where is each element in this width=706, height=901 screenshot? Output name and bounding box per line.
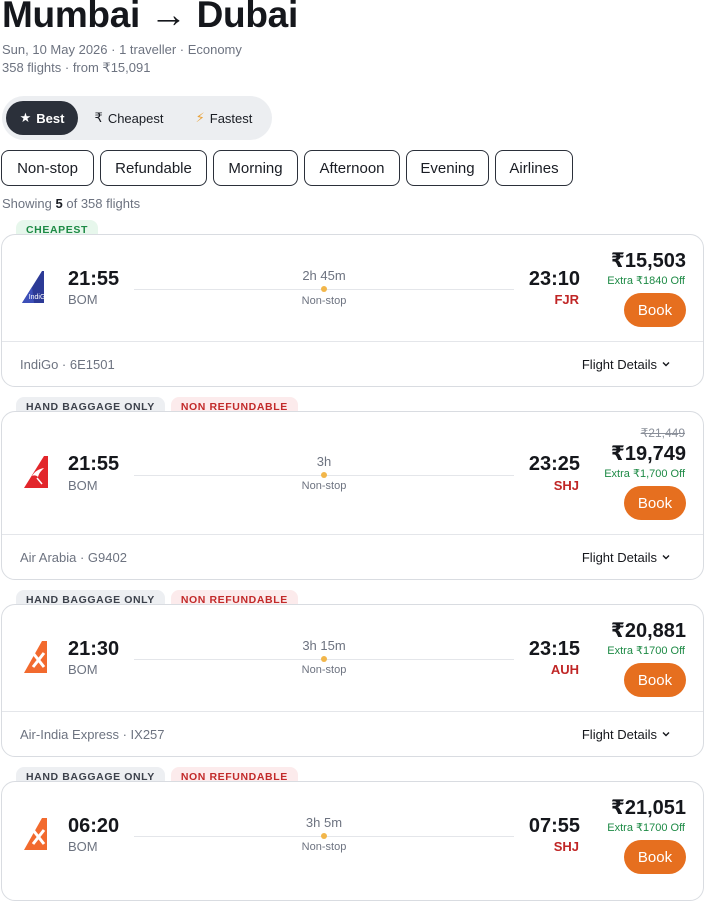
lightning-icon: ⚡ <box>195 110 205 125</box>
departure-airport: BOM <box>68 662 98 677</box>
card-divider <box>2 534 703 535</box>
card-divider <box>2 341 703 342</box>
price: ₹20,881 <box>610 620 686 642</box>
departure-time: 21:30 <box>68 638 120 660</box>
price: ₹21,051 <box>610 797 686 819</box>
svg-text:IndiGo: IndiGo <box>29 294 50 301</box>
arrival-airport: FJR <box>554 292 579 307</box>
results-count: Showing 5 of 358 flights <box>2 196 141 211</box>
route-dot <box>321 833 327 839</box>
flight-duration: 2h 45m <box>302 268 346 283</box>
filter-chip-evening[interactable]: Evening <box>406 150 489 186</box>
departure-time: 21:55 <box>68 453 120 475</box>
air-arabia-logo-icon <box>24 456 48 488</box>
filter-chip-non-stop[interactable]: Non-stop <box>1 150 94 186</box>
stops-label: Non-stop <box>301 841 347 853</box>
arrival-airport: SHJ <box>553 478 579 493</box>
airline-info: IndiGo · 6E1501 <box>20 357 115 372</box>
chevron-down-icon <box>661 357 671 372</box>
flight-duration: 3h 15m <box>302 638 346 653</box>
arrival-time: 23:25 <box>528 453 580 475</box>
offer-text: Extra ₹1,700 Off <box>604 468 685 480</box>
air-india-express-logo-icon <box>24 818 47 850</box>
trip-subtitle: Sun, 10 May 2026 · 1 traveller · Economy <box>2 42 242 57</box>
tab-label: Fastest <box>209 110 253 126</box>
offer-text: Extra ₹1700 Off <box>607 822 685 834</box>
filter-chip-airlines[interactable]: Airlines <box>495 150 573 186</box>
original-price: ₹21,449 <box>640 426 685 440</box>
book-button[interactable]: Book <box>624 663 686 697</box>
stops-label: Non-stop <box>301 480 347 492</box>
arrival-airport: AUH <box>550 662 579 677</box>
flight-details-link[interactable]: Flight Details <box>582 550 671 565</box>
flights-summary: 358 flights · from ₹15,091 <box>2 60 151 75</box>
rupee-icon: ₹ <box>94 110 103 125</box>
departure-airport: BOM <box>68 478 98 493</box>
tab-fastest[interactable]: ⚡ Fastest <box>182 101 266 135</box>
departure-airport: BOM <box>68 292 98 307</box>
tab-best[interactable]: ★ Best <box>6 101 78 135</box>
flight-details-link[interactable]: Flight Details <box>582 357 671 372</box>
arrival-airport: SHJ <box>553 839 579 854</box>
offer-text: Extra ₹1840 Off <box>607 275 685 287</box>
arrival-time: 23:15 <box>528 638 580 660</box>
airline-info: Air Arabia · G9402 <box>20 550 127 565</box>
sort-tabs: ★ Best ₹ Cheapest ⚡ Fastest <box>2 96 272 140</box>
stops-label: Non-stop <box>301 664 347 676</box>
price: ₹15,503 <box>610 250 686 272</box>
tab-label: Cheapest <box>107 110 164 126</box>
departure-time: 06:20 <box>68 815 120 837</box>
route-dot <box>321 472 327 478</box>
card-divider <box>2 711 703 712</box>
star-icon: ★ <box>19 110 32 125</box>
flight-card[interactable]: 21:30 BOM 3h 15m Non-stop 23:15 AUH ₹20,… <box>1 604 704 757</box>
price: ₹19,749 <box>610 443 686 465</box>
stops-label: Non-stop <box>301 295 347 307</box>
route-dot <box>321 656 327 662</box>
departure-airport: BOM <box>68 839 98 854</box>
flight-details-link[interactable]: Flight Details <box>582 727 671 742</box>
tab-label: Best <box>36 110 65 126</box>
tab-cheapest[interactable]: ₹ Cheapest <box>82 101 176 135</box>
flight-card[interactable]: 06:20 BOM 3h 5m Non-stop 07:55 SHJ ₹21,0… <box>1 781 704 901</box>
arrival-time: 07:55 <box>528 815 580 837</box>
page-title: Mumbai → Dubai <box>2 0 298 35</box>
route-dot <box>321 286 327 292</box>
indigo-logo-icon: IndiGo <box>22 271 50 303</box>
filter-chip-refundable[interactable]: Refundable <box>100 150 207 186</box>
filter-chip-afternoon[interactable]: Afternoon <box>304 150 400 186</box>
flight-card[interactable]: IndiGo 21:55 BOM 2h 45m Non-stop 23:10 F… <box>1 234 704 387</box>
air-india-express-logo-icon <box>24 641 47 673</box>
arrival-time: 23:10 <box>528 268 580 290</box>
book-button[interactable]: Book <box>624 840 686 874</box>
book-button[interactable]: Book <box>624 293 686 327</box>
flight-card[interactable]: 21:55 BOM 3h Non-stop 23:25 SHJ ₹21,449 … <box>1 411 704 580</box>
offer-text: Extra ₹1700 Off <box>607 645 685 657</box>
airline-info: Air-India Express · IX257 <box>20 727 165 742</box>
flight-duration: 3h 5m <box>305 815 343 830</box>
chevron-down-icon <box>661 550 671 565</box>
flight-duration: 3h <box>316 454 332 469</box>
filter-chip-morning[interactable]: Morning <box>213 150 298 186</box>
departure-time: 21:55 <box>68 268 120 290</box>
chevron-down-icon <box>661 727 671 742</box>
book-button[interactable]: Book <box>624 486 686 520</box>
